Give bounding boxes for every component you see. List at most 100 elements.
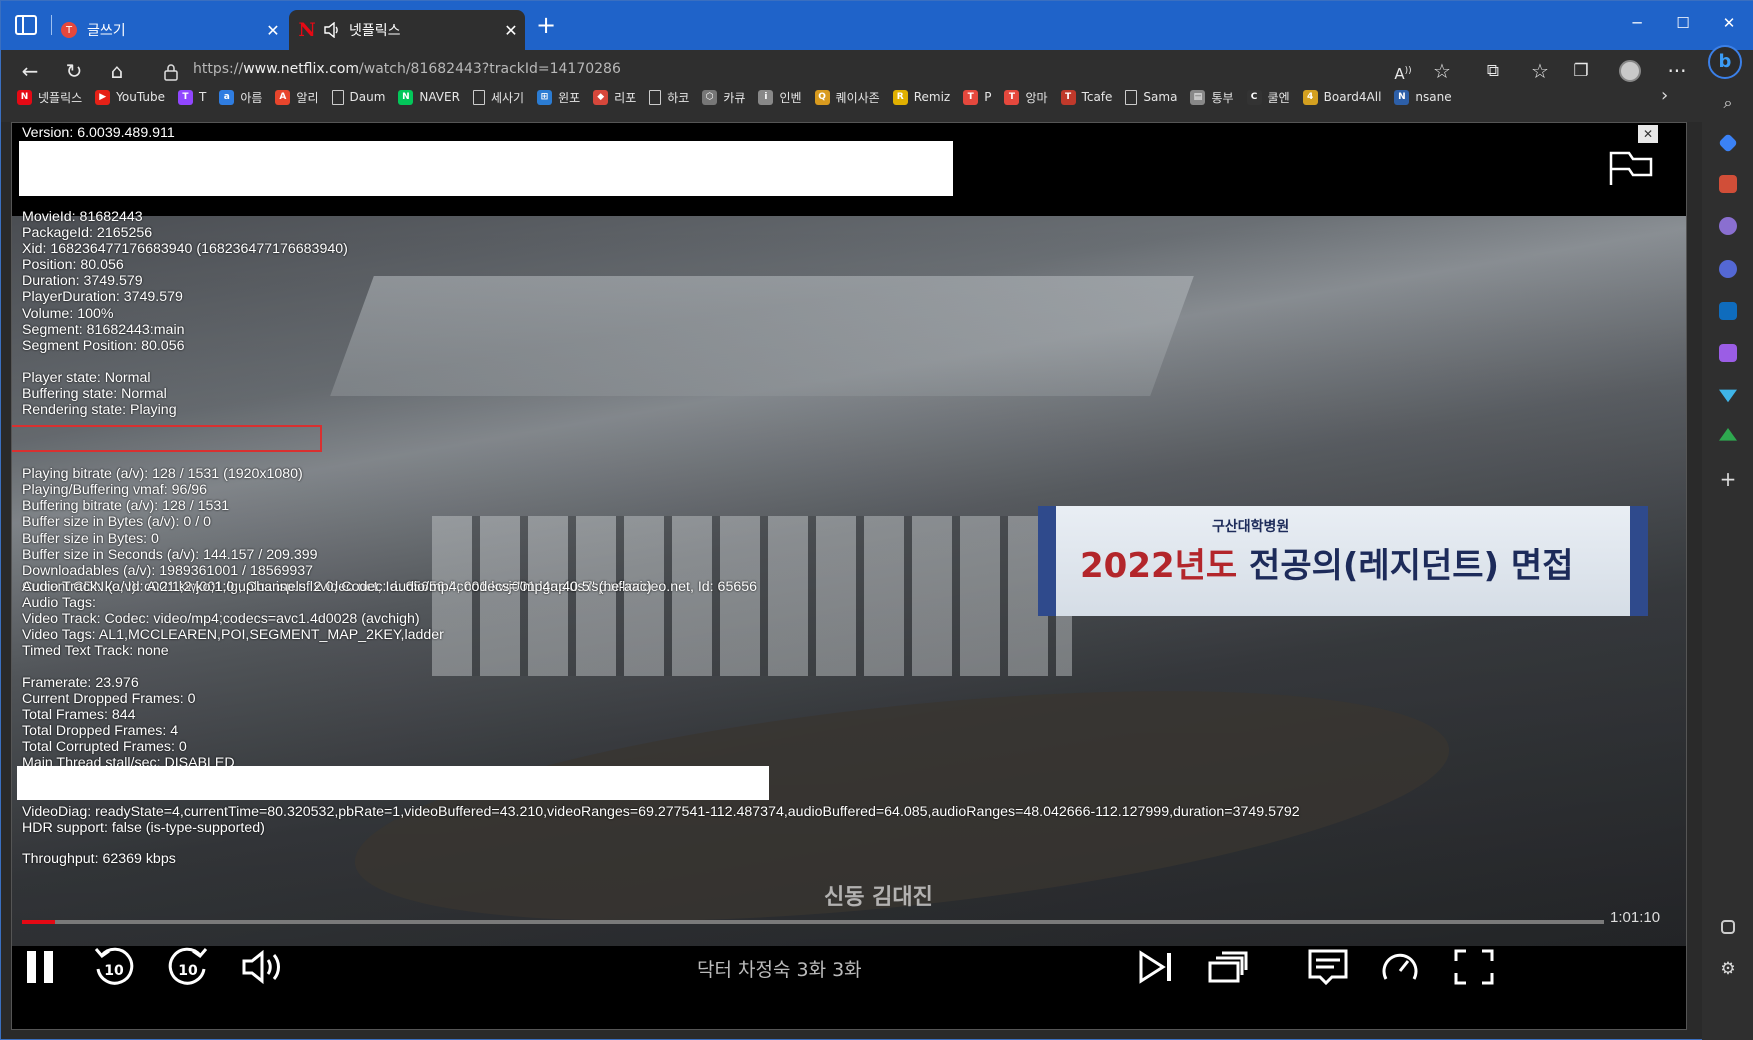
diagnostics-close-button[interactable]: ✕ [1638,125,1658,143]
redacted-block [17,766,769,800]
episodes-icon[interactable] [1206,943,1250,991]
bookmark-item[interactable]: ⊞ 윈포 [537,89,580,106]
subtitles-audio-icon[interactable] [1306,943,1350,991]
bookmark-label: 통부 [1211,90,1234,105]
sidebar-outlook-icon[interactable] [1719,302,1737,320]
bookmark-favicon-icon: a [219,89,235,105]
bookmark-item[interactable]: T 앙마 [1004,89,1048,106]
banner-subtitle: 구산대학병원 [1212,519,1290,535]
bookmark-favicon-icon: Q [814,89,830,105]
diag-line: PackageId: 2165256 [22,225,153,242]
bookmark-favicon-icon [649,89,662,105]
bookmark-item[interactable]: ▶ YouTube [95,89,165,105]
sidebar-toggle-icon[interactable] [1721,920,1735,934]
speaker-icon[interactable] [323,22,341,38]
diag-block-videodiag: VideoDiag: readyState=4,currentTime=80.3… [22,804,1300,836]
bookmark-item[interactable]: 세사기 [472,89,524,106]
bookmark-item[interactable]: N NAVER [398,89,460,105]
rewind-10-icon[interactable]: 10 [92,943,136,991]
minimize-button[interactable]: ─ [1617,9,1657,37]
diag-line: Position: 80.056 [22,257,124,274]
bookmark-label: nsane [1415,90,1452,104]
close-window-button[interactable]: ✕ [1709,9,1749,37]
next-episode-icon[interactable] [1136,943,1176,991]
bookmark-item[interactable]: Nnsane [1394,89,1452,105]
bookmark-favicon-icon [472,89,485,105]
banner-title: 2022년도 전공의(레지던트) 면접 [1080,538,1573,587]
bing-copilot-icon[interactable]: b [1708,45,1742,79]
diag-line: Downloadables (a/v): 1989361001 / 185699… [22,562,314,579]
sidebar-tree-icon[interactable] [1719,428,1737,441]
banner-text: 전공의(레지던트) 면접 [1237,546,1574,586]
diag-line: Player state: Normal [22,370,151,386]
episode-title: 닥터 차정숙 3화 3화 [697,959,862,981]
bookmark-favicon-icon: ⊞ [537,89,553,105]
sidebar-settings-gear-icon[interactable]: ⚙ [1719,960,1737,978]
tab-actions-icon[interactable] [15,15,37,35]
collections-icon[interactable]: ❐ [1566,58,1596,84]
tab-netflix[interactable]: N 넷플릭스 ✕ [289,10,525,50]
tab-close-icon[interactable]: ✕ [259,21,287,40]
sidebar-designer-icon[interactable] [1719,344,1737,362]
playback-speed-icon[interactable] [1378,943,1422,991]
bookmark-label: 윈포 [558,90,581,105]
bookmark-item[interactable]: R Remiz [892,89,951,105]
sidebar-toolbox-icon[interactable] [1719,175,1737,193]
tab-close-icon[interactable]: ✕ [497,21,525,40]
bookmark-item[interactable]: C 쿨엔 [1246,89,1290,106]
bookmark-item[interactable]: Q 퀘이사존 [814,89,880,106]
bookmark-favicon-icon: N [398,89,414,105]
sidebar-copilot-icon[interactable] [1719,260,1737,278]
bookmark-item[interactable]: 4 Board4All [1302,89,1381,105]
diag-line: Framerate: 23.976 [22,675,139,691]
sidebar-search-icon[interactable]: ⌕ [1719,93,1737,112]
bookmark-item[interactable]: ◆ 리포 [593,89,636,106]
bookmark-item[interactable]: ▤ 통부 [1190,89,1234,106]
maximize-button[interactable]: ☐ [1663,9,1703,37]
bookmark-item[interactable]: a 아름 [219,89,262,106]
bookmark-item[interactable]: N 넷플릭스 [17,89,82,106]
bookmark-favicon-icon: 4 [1302,89,1318,105]
extensions-icon[interactable]: ⧉ [1478,58,1508,84]
bookmark-label: Remiz [913,90,951,104]
bookmark-item[interactable]: T Tcafe [1060,89,1113,105]
bookmark-item[interactable]: Daum [331,89,385,105]
fullscreen-icon[interactable] [1452,943,1496,991]
bookmark-item[interactable]: i 인벤 [758,89,802,106]
diag-line: Buffer size in Bytes: 0 [22,530,159,547]
sidebar-drop-icon[interactable] [1719,389,1737,403]
diag-block-tracks: Audio Track: ko, Id: A:2:1;2;ko;1;0;, Ch… [22,579,652,659]
browser-window: T 글쓰기 ✕ N 넷플릭스 ✕ + ─ ☐ ✕ ← ↻ ⌂ https://w… [0,0,1753,1040]
time-remaining: 1:01:10 [1610,909,1661,926]
bookmark-label: P [984,90,992,104]
tab-write[interactable]: T 글쓰기 ✕ [59,10,287,50]
bookmark-item[interactable]: TP [963,89,992,105]
bookmark-item[interactable]: TT [177,89,206,105]
address-bar[interactable]: https://www.netflix.com/watch/81682443?t… [193,61,621,77]
bookmark-item[interactable]: A 알리 [275,89,319,106]
sidebar-add-icon[interactable]: + [1719,469,1737,489]
sidebar-games-icon[interactable] [1719,217,1737,235]
progress-bar[interactable] [22,920,1604,924]
bookmark-favicon-icon [331,89,344,105]
bookmark-item[interactable]: 하코 [649,89,689,106]
lock-icon[interactable] [163,63,179,81]
diag-line: Total Frames: 844 [22,707,136,724]
profile-avatar-icon[interactable] [1615,58,1645,84]
netflix-player[interactable]: 구산대학병원 2022년도 전공의(레지던트) 면접 신동 김대진 ✕ Vers… [11,122,1687,1030]
volume-icon[interactable] [240,943,284,991]
bookmark-item[interactable]: ⬡ 카큐 [702,89,745,106]
favorites-icon[interactable]: ☆ [1525,58,1555,84]
url-path: /watch/81682443?trackId=14170286 [359,61,621,77]
bookmark-item[interactable]: Sama [1125,89,1177,105]
more-menu-icon[interactable]: ··· [1662,58,1692,84]
forward-10-icon[interactable]: 10 [166,943,210,991]
bookmarks-overflow-chevron-icon[interactable]: › [1661,85,1668,106]
diag-line: Buffer size in Seconds (a/v): 144.157 / … [22,546,318,563]
bookmark-label: 하코 [667,90,690,105]
bookmark-label: Tcafe [1081,90,1113,104]
new-tab-plus-icon[interactable]: + [533,13,559,39]
pause-icon[interactable] [24,943,58,991]
report-flag-icon[interactable] [1607,147,1655,187]
navigation-bar: ← ↻ ⌂ https://www.netflix.com/watch/8168… [1,50,1753,122]
